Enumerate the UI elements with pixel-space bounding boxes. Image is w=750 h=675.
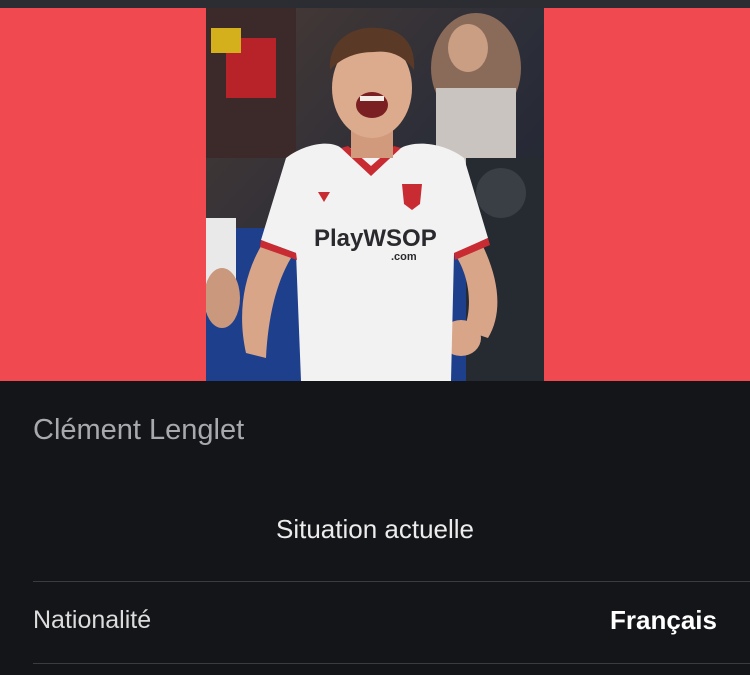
shirt-sponsor-subtext: .com: [391, 251, 417, 263]
nationality-value: Français: [610, 605, 717, 635]
nationality-label: Nationalité: [33, 606, 152, 634]
divider-top: [33, 581, 750, 582]
divider-bottom: [33, 663, 750, 664]
player-name: Clément Lenglet: [33, 414, 245, 446]
shirt-sponsor-text: PlayWSOP: [314, 225, 437, 252]
player-hero-banner: PlayWSOP .com: [0, 8, 750, 381]
top-bar: [0, 0, 750, 8]
player-photo: PlayWSOP .com: [206, 8, 544, 381]
section-title: Situation actuelle: [275, 514, 475, 544]
